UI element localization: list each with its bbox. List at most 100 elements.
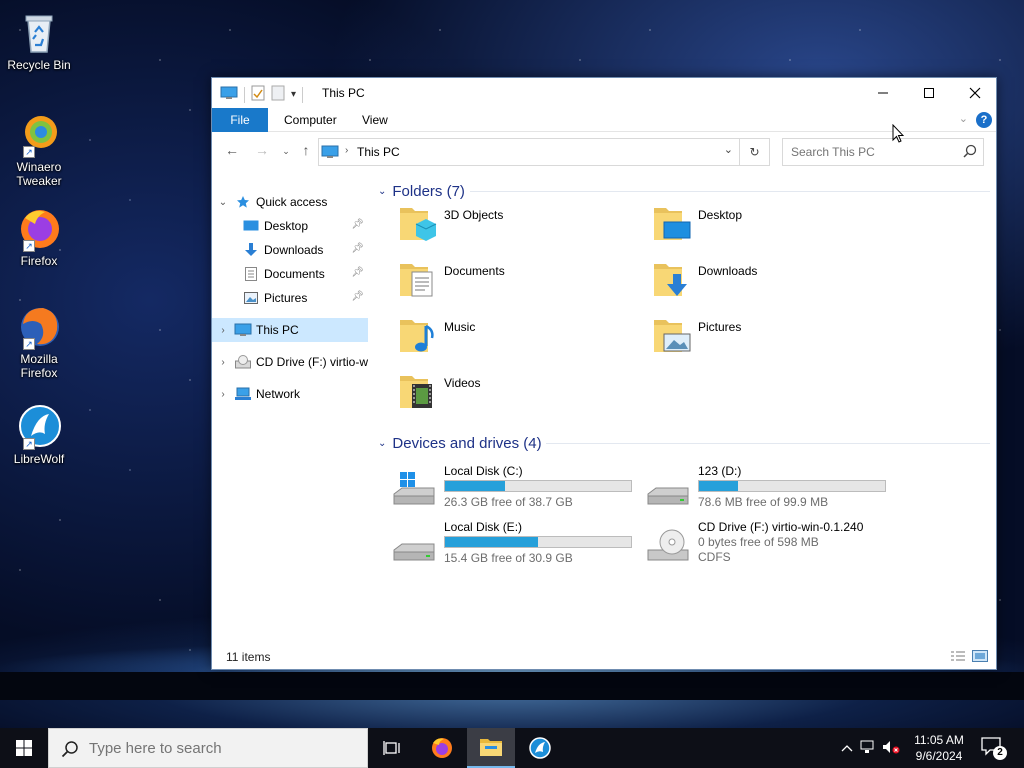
address-bar[interactable]: › This PC ⌄ [318, 138, 740, 166]
network-status-icon[interactable] [856, 740, 880, 757]
details-view-icon[interactable] [950, 650, 966, 665]
windows-drive-icon [390, 472, 438, 508]
librewolf-icon [529, 737, 551, 759]
this-pc-icon [321, 145, 339, 162]
cd-drive-icon [644, 528, 692, 564]
item-count: 11 items [226, 650, 271, 664]
start-button[interactable] [0, 728, 48, 768]
mozilla-firefox-icon: ↗ [15, 302, 63, 350]
drive-usage-bar [444, 480, 632, 492]
action-center-button[interactable]: 2 [980, 736, 1010, 762]
drive-e[interactable]: Local Disk (E:) 15.4 GB free of 30.9 GB [374, 518, 634, 570]
close-button[interactable] [952, 78, 998, 108]
tab-computer[interactable]: Computer [272, 108, 349, 132]
search-box[interactable] [782, 138, 984, 166]
drives-group-header[interactable]: ⌄ Devices and drives (4) [378, 432, 542, 454]
drive-f-cd[interactable]: CD Drive (F:) virtio-win-0.1.240 0 bytes… [628, 518, 928, 570]
expand-chevron-icon[interactable]: › [212, 389, 234, 400]
folder-desktop[interactable]: Desktop [628, 194, 878, 244]
sidebar-item-pictures[interactable]: Pictures 📌︎ [212, 286, 368, 310]
sidebar-item-this-pc[interactable]: › This PC [212, 318, 368, 342]
expand-ribbon-chevron-icon[interactable]: ⌄ [959, 112, 968, 125]
expand-chevron-icon[interactable]: ⌄ [212, 197, 234, 208]
folder-videos[interactable]: Videos [374, 362, 624, 412]
collapse-chevron-icon[interactable]: ⌄ [378, 438, 386, 449]
desktop-icon-winaero-tweaker[interactable]: ↗ Winaero Tweaker [4, 110, 74, 188]
up-button[interactable]: ↑ [296, 142, 316, 158]
drive-d[interactable]: 123 (D:) 78.6 MB free of 99.9 MB [628, 462, 888, 514]
winaero-tweaker-icon: ↗ [15, 110, 63, 158]
sidebar-item-documents[interactable]: Documents 📌︎ [212, 262, 368, 286]
folder-3d-objects[interactable]: 3D Objects [374, 194, 624, 244]
address-history-chevron-icon[interactable]: ⌄ [724, 143, 733, 156]
desktop-icon-label: Recycle Bin [7, 58, 71, 72]
window-title: This PC [322, 86, 365, 100]
drive-c[interactable]: Local Disk (C:) 26.3 GB free of 38.7 GB [374, 462, 634, 514]
file-explorer-window: ▾ This PC File Computer View ⌄ ? ← → ⌄ ↑… [211, 77, 997, 670]
expand-chevron-icon[interactable]: › [212, 325, 234, 336]
drive-free-space: 26.3 GB free of 38.7 GB [444, 495, 573, 509]
sidebar-item-label: CD Drive (F:) virtio-w [256, 355, 368, 369]
folder-pictures[interactable]: Pictures [628, 306, 878, 356]
search-icon[interactable] [963, 144, 977, 161]
properties-icon[interactable] [251, 85, 265, 104]
network-icon [234, 386, 252, 402]
mouse-cursor-icon [892, 123, 905, 147]
desktop-icon-recycle-bin[interactable]: Recycle Bin [4, 8, 74, 72]
clock[interactable]: 11:05 AM 9/6/2024 [906, 732, 972, 764]
taskbar-firefox[interactable] [418, 728, 466, 768]
folder-name: Music [444, 320, 476, 334]
sidebar-item-network[interactable]: › Network [212, 382, 368, 406]
sidebar-item-quick-access[interactable]: ⌄ Quick access [212, 190, 368, 214]
breadcrumb-chevron-icon[interactable]: › [345, 145, 348, 156]
new-folder-icon[interactable] [271, 85, 285, 104]
back-button[interactable]: ← [222, 142, 242, 158]
show-hidden-icons-chevron-icon[interactable] [838, 741, 856, 755]
drive-filesystem: CDFS [698, 550, 731, 564]
desktop-icon-librewolf[interactable]: ↗ LibreWolf [4, 402, 74, 466]
taskbar-search-box[interactable] [48, 728, 368, 768]
sidebar-item-downloads[interactable]: Downloads 📌︎ [212, 238, 368, 262]
tab-file[interactable]: File [212, 108, 268, 132]
customize-toolbar-chevron-icon[interactable]: ▾ [291, 89, 296, 100]
volume-muted-icon[interactable] [880, 740, 902, 757]
task-view-button[interactable] [368, 728, 416, 768]
help-button[interactable]: ? [976, 112, 992, 128]
folder-name: Downloads [698, 264, 758, 278]
search-input[interactable] [791, 145, 951, 159]
refresh-button[interactable]: ↻ [740, 138, 770, 166]
content-pane: ⌄ Folders (7) 3D Objects Desktop Documen… [374, 176, 994, 636]
recent-locations-chevron-icon[interactable]: ⌄ [276, 146, 296, 157]
drive-name: 123 (D:) [698, 464, 742, 478]
view-switcher [950, 650, 988, 665]
shortcut-arrow-icon: ↗ [23, 438, 35, 450]
desktop-icon-firefox[interactable]: ↗ Firefox [4, 204, 74, 268]
sidebar-item-cd-drive[interactable]: › CD Drive (F:) virtio-w [212, 350, 368, 374]
taskbar-librewolf[interactable] [516, 728, 564, 768]
navigation-bar: ← → ⌄ ↑ › This PC ⌄ ↻ [212, 132, 996, 172]
toolbar-divider [244, 86, 245, 103]
sidebar-item-desktop[interactable]: Desktop 📌︎ [212, 214, 368, 238]
large-icons-view-icon[interactable] [972, 650, 988, 665]
tab-view[interactable]: View [350, 108, 400, 132]
group-divider [546, 443, 990, 444]
folder-music[interactable]: Music [374, 306, 624, 356]
star-icon [234, 194, 252, 210]
expand-chevron-icon[interactable]: › [212, 357, 234, 368]
taskbar-file-explorer[interactable] [467, 728, 515, 768]
folder-downloads[interactable]: Downloads [628, 250, 878, 300]
download-arrow-icon [242, 242, 260, 258]
breadcrumb-this-pc[interactable]: This PC [357, 145, 400, 159]
desktop-icon-label: Firefox [20, 254, 58, 268]
this-pc-icon [234, 322, 252, 338]
clock-time: 11:05 AM [914, 733, 964, 747]
minimize-button[interactable] [860, 78, 906, 108]
folder-documents[interactable]: Documents [374, 250, 624, 300]
desktop-icon-mozilla-firefox[interactable]: ↗ Mozilla Firefox [4, 302, 74, 380]
maximize-button[interactable] [906, 78, 952, 108]
title-bar[interactable]: ▾ This PC [212, 78, 996, 108]
librewolf-icon: ↗ [15, 402, 63, 450]
drive-usage-bar [444, 536, 632, 548]
forward-button[interactable]: → [252, 142, 272, 158]
taskbar-search-input[interactable] [89, 740, 349, 757]
